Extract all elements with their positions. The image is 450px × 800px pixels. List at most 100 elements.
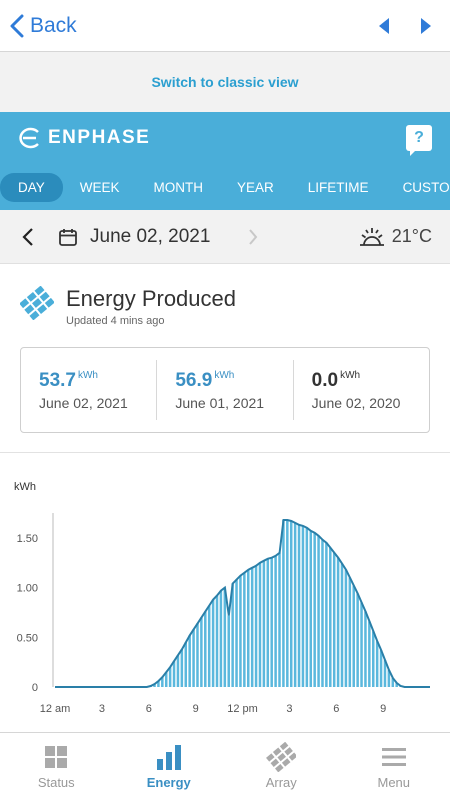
y-tick-label: 0.50 xyxy=(17,632,38,644)
chart-bar[interactable] xyxy=(313,532,316,687)
x-tick-label: 3 xyxy=(286,703,292,715)
chart-bar[interactable] xyxy=(325,542,328,687)
top-navigation-bar: Back xyxy=(0,0,450,52)
solar-array-icon xyxy=(266,741,297,772)
chart-bar[interactable] xyxy=(360,602,363,687)
chart-bar[interactable] xyxy=(176,655,180,687)
chart-bar[interactable] xyxy=(266,558,270,687)
x-tick-label: 12 am xyxy=(40,703,71,715)
chart-bar[interactable] xyxy=(379,650,383,687)
chart-bar[interactable] xyxy=(309,530,313,687)
x-tick-label: 9 xyxy=(380,703,386,715)
chart-bar[interactable] xyxy=(215,595,219,687)
chart-bar[interactable] xyxy=(356,593,359,687)
chart-bar[interactable] xyxy=(305,527,309,687)
back-button[interactable]: Back xyxy=(10,14,77,38)
chart-bar[interactable] xyxy=(211,599,215,687)
chart-bar[interactable] xyxy=(321,539,324,687)
chart-bar[interactable] xyxy=(340,563,344,687)
chart-bar[interactable] xyxy=(168,667,172,687)
energy-summary-cards: 53.7 kWh June 02, 2021 56.9 kWh June 01, 2… xyxy=(20,347,430,433)
nav-array[interactable]: Array xyxy=(225,733,338,800)
chart-bar[interactable] xyxy=(286,519,289,687)
card-date: June 02, 2021 xyxy=(39,394,128,411)
chart-bar[interactable] xyxy=(196,623,199,687)
chart-bar[interactable] xyxy=(278,552,281,687)
chart-bar[interactable] xyxy=(184,642,188,687)
chart-bar[interactable] xyxy=(192,629,195,687)
back-label: Back xyxy=(30,13,77,37)
chart-bar[interactable] xyxy=(289,520,293,687)
chart-bar[interactable] xyxy=(336,557,340,687)
chart-bar[interactable] xyxy=(235,579,238,687)
chart-bar[interactable] xyxy=(329,547,332,687)
chart-bar[interactable] xyxy=(368,621,371,687)
summary-card-last-year[interactable]: 0.0 kWh June 02, 2020 xyxy=(292,360,429,420)
chart-bar[interactable] xyxy=(344,569,348,687)
chart-bar[interactable] xyxy=(258,562,262,687)
nav-status[interactable]: Status xyxy=(0,733,113,800)
x-tick-label: 12 pm xyxy=(227,703,258,715)
chart-bar[interactable] xyxy=(375,641,379,687)
tab-week[interactable]: WEEK xyxy=(63,174,137,201)
chevron-left-icon xyxy=(10,14,24,37)
tab-month[interactable]: MONTH xyxy=(137,174,221,201)
chart-bar[interactable] xyxy=(332,552,336,687)
chart-bar[interactable] xyxy=(219,590,223,687)
previous-triangle-icon[interactable] xyxy=(378,17,390,35)
brand-name: ENPHASE xyxy=(48,127,151,148)
tab-day[interactable]: DAY xyxy=(0,172,63,202)
chart-bar[interactable] xyxy=(172,661,176,687)
chart-bar[interactable] xyxy=(227,615,230,687)
tab-lifetime[interactable]: LIFETIME xyxy=(291,174,386,201)
chart-bar[interactable] xyxy=(204,611,207,687)
next-triangle-icon[interactable] xyxy=(420,17,432,35)
chart-bar[interactable] xyxy=(274,555,277,687)
x-tick-label: 6 xyxy=(146,703,152,715)
chart-bar[interactable] xyxy=(200,617,203,687)
nav-menu[interactable]: Menu xyxy=(338,733,450,800)
bar-chart-icon xyxy=(156,744,181,770)
chart-bar[interactable] xyxy=(250,567,254,687)
chart-bar[interactable] xyxy=(247,569,250,687)
y-axis-label: kWh xyxy=(14,481,36,493)
chart-bar[interactable] xyxy=(301,525,305,687)
nav-label: Array xyxy=(265,774,297,790)
chart-bar[interactable] xyxy=(317,535,320,687)
chart-bar[interactable] xyxy=(188,635,191,687)
nav-energy[interactable]: Energy xyxy=(113,733,226,800)
card-value: 0.0 xyxy=(311,369,339,391)
calendar-icon[interactable] xyxy=(58,227,78,247)
chart-bar[interactable] xyxy=(282,519,285,687)
summary-card-yesterday[interactable]: 56.9 kWh June 01, 2021 xyxy=(156,360,292,420)
weather-readout: 21°C xyxy=(358,225,432,249)
chart-bar[interactable] xyxy=(352,585,355,687)
help-button[interactable]: ? xyxy=(406,125,432,156)
card-value: 53.7 xyxy=(39,369,76,391)
previous-day-chevron-icon[interactable] xyxy=(22,227,34,247)
temperature: 21°C xyxy=(391,226,432,246)
chart-bar[interactable] xyxy=(364,611,367,687)
tab-year[interactable]: YEAR xyxy=(220,174,291,201)
chart-bar[interactable] xyxy=(348,577,352,687)
summary-card-today[interactable]: 53.7 kWh June 02, 2021 xyxy=(21,360,156,420)
chart-bar[interactable] xyxy=(372,631,375,687)
card-value: 56.9 xyxy=(175,369,213,391)
y-tick-label: 1.00 xyxy=(17,583,38,595)
chart-bar[interactable] xyxy=(262,560,266,687)
x-tick-label: 9 xyxy=(193,703,199,715)
section-title: Energy Produced xyxy=(66,286,236,311)
chart-bar[interactable] xyxy=(243,572,246,687)
switch-to-classic-view-link[interactable]: Switch to classic view xyxy=(0,52,450,112)
chart-bar[interactable] xyxy=(239,575,242,687)
tab-custom[interactable]: CUSTOM xyxy=(386,174,450,201)
chart-bar[interactable] xyxy=(254,565,258,687)
chart-bar[interactable] xyxy=(297,524,301,687)
chart-bar[interactable] xyxy=(207,605,211,687)
chart-bar[interactable] xyxy=(270,557,273,687)
chart-bar[interactable] xyxy=(180,649,184,687)
energy-chart-svg[interactable]: kWh 0 0.50 1.00 1.50 12 am 3 6 9 12 pm 3 6 9 xyxy=(0,453,450,733)
period-tabs: DAY WEEK MONTH YEAR LIFETIME CUSTOM xyxy=(0,164,450,210)
chart-bar[interactable] xyxy=(223,587,227,687)
chart-bar[interactable] xyxy=(293,522,297,687)
